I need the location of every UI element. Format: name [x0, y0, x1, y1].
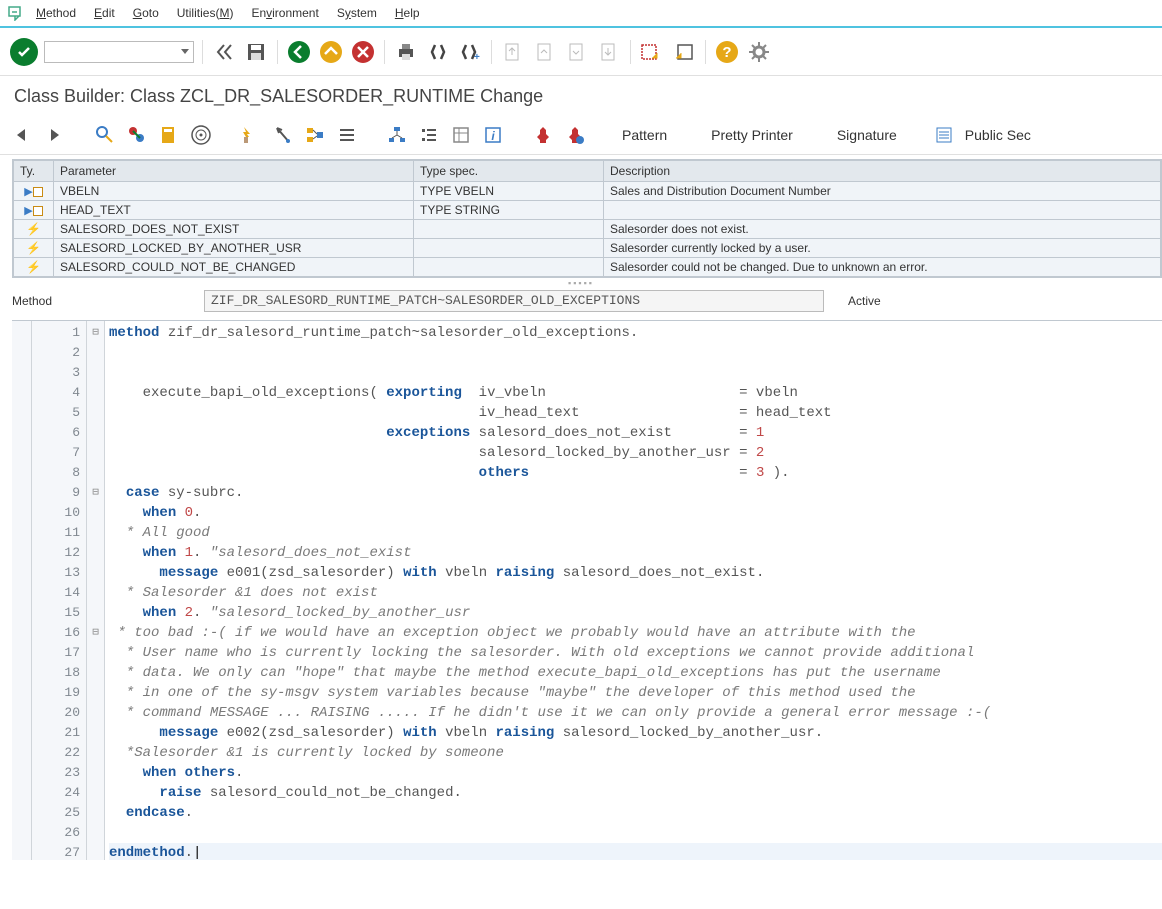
back-double-icon[interactable]: [211, 39, 237, 65]
app-toolbar: i Pattern Pretty Printer Signature Publi…: [0, 115, 1162, 155]
tree-icon[interactable]: [384, 122, 410, 148]
public-section-icon[interactable]: [931, 122, 957, 148]
back-green-icon[interactable]: [286, 39, 312, 65]
breakpoint-external-icon[interactable]: [562, 122, 588, 148]
page-prev-icon[interactable]: [532, 39, 558, 65]
pattern-button[interactable]: Pattern: [622, 127, 667, 143]
exception-type-icon: ⚡: [14, 258, 54, 277]
public-section-button[interactable]: Public Sec: [965, 127, 1031, 143]
col-ty[interactable]: Ty.: [14, 161, 54, 182]
cell-desc: Salesorder could not be changed. Due to …: [604, 258, 1161, 277]
info-icon[interactable]: i: [480, 122, 506, 148]
signature-button[interactable]: Signature: [837, 127, 897, 143]
cell-typespec: [414, 258, 604, 277]
check-icon[interactable]: [188, 122, 214, 148]
page-title: Class Builder: Class ZCL_DR_SALESORDER_R…: [0, 76, 1162, 115]
enhance-icon[interactable]: [156, 122, 182, 148]
svg-text:i: i: [491, 129, 495, 143]
code-area[interactable]: method zif_dr_salesord_runtime_patch~sal…: [105, 321, 1162, 860]
exit-yellow-icon[interactable]: [318, 39, 344, 65]
app-corner-icon: [8, 5, 24, 21]
table-row[interactable]: ⚡SALESORD_LOCKED_BY_ANOTHER_USR Salesorde…: [14, 239, 1161, 258]
exception-type-icon: ⚡: [14, 239, 54, 258]
col-description[interactable]: Description: [604, 161, 1161, 182]
cell-desc: [604, 201, 1161, 220]
breakpoint-session-icon[interactable]: [530, 122, 556, 148]
menu-bar: Method Edit Goto Utilities(M) Environmen…: [0, 0, 1162, 28]
standard-toolbar: + ?: [0, 28, 1162, 76]
col-parameter[interactable]: Parameter: [54, 161, 414, 182]
nav-forward-icon[interactable]: [42, 122, 68, 148]
line-number-gutter: 1234567891011121314151617181920212223242…: [32, 321, 87, 860]
page-last-icon[interactable]: [596, 39, 622, 65]
cell-desc: Salesorder currently locked by a user.: [604, 239, 1161, 258]
cell-desc: Sales and Distribution Document Number: [604, 182, 1161, 201]
abap-editor[interactable]: 1234567891011121314151617181920212223242…: [12, 320, 1162, 860]
col-typespec[interactable]: Type spec.: [414, 161, 604, 182]
customize-icon[interactable]: [746, 39, 772, 65]
menu-utilities[interactable]: Utilities(M): [177, 6, 234, 20]
display-list-icon[interactable]: [334, 122, 360, 148]
other-object-icon[interactable]: [124, 122, 150, 148]
cell-name: SALESORD_LOCKED_BY_ANOTHER_USR: [54, 239, 414, 258]
test-icon[interactable]: [270, 122, 296, 148]
menu-system[interactable]: System: [337, 6, 377, 20]
where-used-icon[interactable]: [302, 122, 328, 148]
shortcut-icon[interactable]: [671, 39, 697, 65]
cancel-red-icon[interactable]: [350, 39, 376, 65]
fullscreen-icon[interactable]: [448, 122, 474, 148]
activate-icon[interactable]: [238, 122, 264, 148]
find-icon[interactable]: [425, 39, 451, 65]
find-next-icon[interactable]: +: [457, 39, 483, 65]
outline-icon[interactable]: [416, 122, 442, 148]
cell-name: HEAD_TEXT: [54, 201, 414, 220]
cell-name: VBELN: [54, 182, 414, 201]
menu-edit[interactable]: Edit: [94, 6, 115, 20]
method-name-field[interactable]: ZIF_DR_SALESORD_RUNTIME_PATCH~SALESORDER…: [204, 290, 824, 312]
param-type-icon: ▶: [14, 182, 54, 201]
svg-text:+: +: [474, 52, 480, 62]
ok-button[interactable]: [10, 38, 38, 66]
cell-typespec: TYPE STRING: [414, 201, 604, 220]
cell-typespec: TYPE VBELN: [414, 182, 604, 201]
method-header: Method ZIF_DR_SALESORD_RUNTIME_PATCH~SAL…: [0, 286, 1162, 316]
splitter-handle[interactable]: ▪▪▪▪▪: [0, 278, 1162, 286]
save-icon[interactable]: [243, 39, 269, 65]
command-field[interactable]: [44, 41, 194, 63]
table-row[interactable]: ⚡SALESORD_DOES_NOT_EXIST Salesorder does …: [14, 220, 1161, 239]
page-first-icon[interactable]: [500, 39, 526, 65]
display-object-icon[interactable]: [92, 122, 118, 148]
method-label: Method: [12, 294, 192, 308]
status-text: Active: [848, 294, 881, 308]
exception-type-icon: ⚡: [14, 220, 54, 239]
nav-back-icon[interactable]: [10, 122, 36, 148]
page-next-icon[interactable]: [564, 39, 590, 65]
pretty-printer-button[interactable]: Pretty Printer: [711, 127, 793, 143]
menu-goto[interactable]: Goto: [133, 6, 159, 20]
menu-help[interactable]: Help: [395, 6, 420, 20]
help-icon[interactable]: ?: [714, 39, 740, 65]
cell-typespec: [414, 220, 604, 239]
fold-gutter[interactable]: ⊟⊟⊟: [87, 321, 105, 860]
cell-desc: Salesorder does not exist.: [604, 220, 1161, 239]
editor-margin: [12, 321, 32, 860]
cell-typespec: [414, 239, 604, 258]
menu-environment[interactable]: Environment: [251, 6, 318, 20]
signature-table: Ty. Parameter Type spec. Description ▶VB…: [12, 159, 1162, 278]
table-row[interactable]: ⚡SALESORD_COULD_NOT_BE_CHANGED Salesorder…: [14, 258, 1161, 277]
table-row[interactable]: ▶HEAD_TEXTTYPE STRING: [14, 201, 1161, 220]
cell-name: SALESORD_COULD_NOT_BE_CHANGED: [54, 258, 414, 277]
new-session-icon[interactable]: [639, 39, 665, 65]
svg-text:?: ?: [722, 44, 731, 61]
menu-method[interactable]: Method: [36, 6, 76, 20]
cell-name: SALESORD_DOES_NOT_EXIST: [54, 220, 414, 239]
param-type-icon: ▶: [14, 201, 54, 220]
table-row[interactable]: ▶VBELNTYPE VBELNSales and Distribution D…: [14, 182, 1161, 201]
print-icon[interactable]: [393, 39, 419, 65]
